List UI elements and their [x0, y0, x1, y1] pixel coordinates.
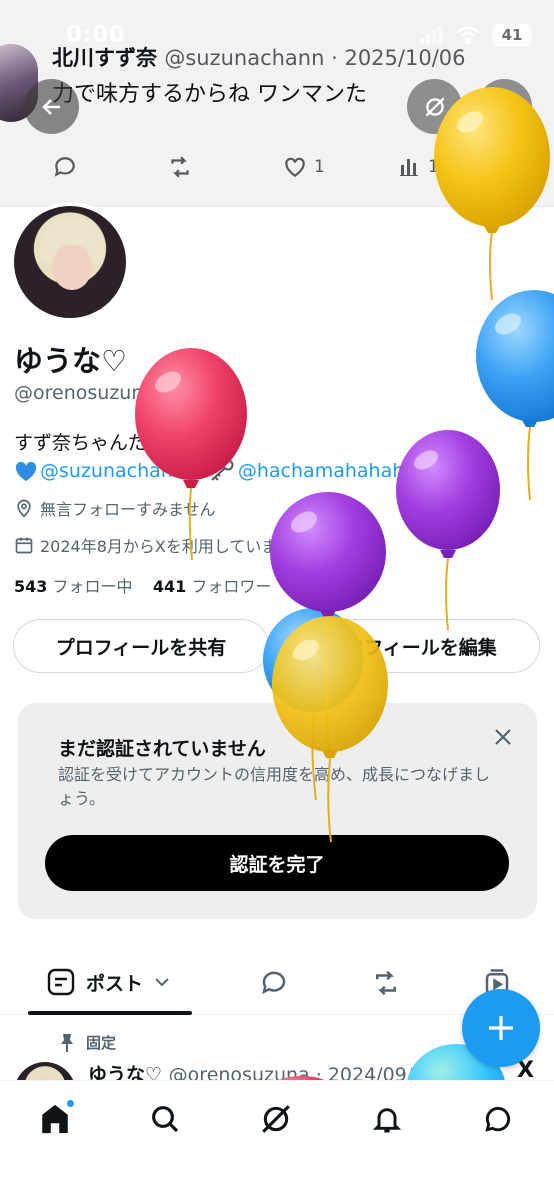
bio-mention-suzunachann[interactable]: @suzunachann — [40, 460, 185, 482]
status-time: 0:00 — [66, 22, 126, 48]
posts-icon — [47, 968, 75, 996]
compose-post-button[interactable] — [462, 989, 540, 1067]
views-count: 169 — [398, 154, 460, 180]
chat-bubble-icon — [485, 1106, 511, 1132]
pin-icon — [61, 1033, 73, 1052]
repost-icon — [166, 154, 194, 180]
profile-handle: @orenosuzuna — [14, 382, 156, 404]
profile-display-name: ゆうな♡ — [14, 344, 127, 378]
follow-stats: 543 フォロー中 441 フォロワー — [14, 573, 271, 597]
bio-mention-hachamahahaha[interactable]: @hachamahahaha — [238, 460, 416, 482]
blue-heart-icon — [15, 461, 37, 481]
pinned-indicator: 固定 — [58, 1032, 116, 1053]
plus-icon — [489, 1016, 513, 1040]
views-count-value: 169 — [428, 157, 461, 177]
home-notification-dot — [66, 1099, 75, 1108]
key-icon — [211, 459, 234, 481]
wifi-icon — [457, 26, 479, 44]
like-count-value: 1 — [314, 157, 325, 177]
profile-avatar[interactable] — [10, 202, 130, 322]
timeline-tweet-date: 2025/10/06 — [344, 46, 466, 70]
verification-description: 認証を受けてアカウントの信用度を高め、成長につなげましょう。 — [58, 765, 491, 808]
close-icon[interactable] — [491, 725, 515, 749]
tab-reposts[interactable] — [369, 968, 403, 1002]
bottom-navigation — [0, 1080, 554, 1199]
edit-profile-button[interactable]: プロフィールを編集 — [283, 619, 540, 673]
grok-button[interactable] — [407, 79, 462, 134]
nav-notifications[interactable] — [365, 1097, 409, 1141]
timeline-tweet-name: 北川すず奈 — [52, 46, 157, 70]
battery-icon: 41 — [492, 24, 532, 46]
timeline-tweet-text: 力で味方するからね ワンマンた — [52, 82, 367, 107]
status-icons: 41 — [420, 24, 532, 46]
nav-messages[interactable] — [476, 1097, 520, 1141]
bell-icon — [372, 1108, 402, 1133]
verification-title: まだ認証されていません — [58, 738, 266, 760]
chevron-down-icon — [155, 978, 169, 987]
profile-bio-line: すず奈ちゃんだーいすき — [14, 432, 224, 454]
tab-posts[interactable]: ポスト — [46, 967, 171, 997]
search-icon — [152, 1106, 179, 1133]
profile-joined[interactable]: 2024年8月からXを利用しています — [14, 533, 313, 557]
back-button[interactable] — [24, 79, 79, 134]
reply-icon — [52, 154, 78, 180]
nav-home[interactable] — [33, 1097, 77, 1141]
tab-posts-label: ポスト — [86, 972, 144, 995]
complete-verification-button[interactable]: 認証を完了 — [45, 835, 509, 891]
calendar-icon — [15, 537, 33, 554]
verification-card: まだ認証されていません 認証を受けてアカウントの信用度を高め、成長につなげましょ… — [18, 703, 537, 919]
share-profile-button[interactable]: プロフィールを共有 — [13, 619, 269, 673]
joined-text: 2024年8月からXを利用しています — [40, 537, 294, 556]
like-count: 1 — [282, 154, 325, 180]
timeline-tweet-handle: @suzunachann — [164, 46, 325, 70]
reply-icon — [262, 971, 286, 995]
repost-icon — [376, 970, 396, 996]
grok-icon — [424, 96, 445, 117]
bookmark-icon — [512, 154, 536, 180]
bio-slash: ／ — [186, 461, 206, 483]
timeline-tweet-actions: 1 169 — [0, 148, 554, 188]
tab-replies[interactable] — [258, 968, 290, 1002]
followers-link[interactable]: 441 フォロワー — [153, 577, 272, 596]
location-text: 無言フォローすみません — [40, 500, 216, 519]
search-icon — [494, 96, 516, 118]
profile-bio-mentions: @suzunachann ／ @hachamahahaha — [14, 457, 416, 484]
nav-search[interactable] — [143, 1097, 187, 1141]
nav-grok[interactable] — [254, 1097, 298, 1141]
chevron-right-icon — [302, 538, 311, 552]
pinned-label: 固定 — [86, 1034, 117, 1052]
back-arrow-icon — [41, 98, 60, 115]
profile-header: 北川すず奈 @suzunachann · 2025/10/06 力で味方するから… — [0, 0, 554, 207]
profile-location: 無言フォローすみません — [14, 496, 216, 520]
grok-icon — [262, 1105, 290, 1133]
following-link[interactable]: 543 フォロー中 — [14, 577, 133, 596]
balloon-blue-right — [476, 290, 554, 501]
active-tab-indicator — [28, 1011, 192, 1015]
signal-icon — [420, 26, 442, 44]
search-button[interactable] — [477, 79, 532, 134]
location-pin-icon — [17, 499, 31, 518]
